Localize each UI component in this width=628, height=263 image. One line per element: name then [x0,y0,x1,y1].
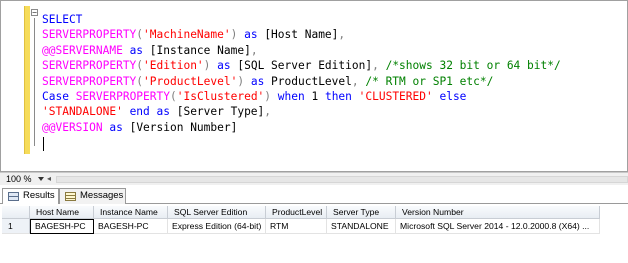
code-token: SERVERPROPERTY [42,28,137,42]
code-token: ProductLevel [271,74,352,88]
column-header[interactable]: Host Name [30,206,94,219]
scroll-left-icon[interactable]: ◂ [47,175,51,183]
code-token: as [244,74,272,88]
code-line[interactable]: @@SERVERNAME as [Instance Name], [42,43,561,58]
sql-code[interactable]: SELECT SERVERPROPERTY('MachineName') as [… [42,12,561,135]
column-header[interactable]: SQL Server Edition [168,206,266,219]
collapse-region-icon[interactable]: − [31,9,38,17]
code-token: 'IsClustered' [176,89,265,103]
code-token: 'Edition' [143,59,204,73]
code-token: /* RTM or SP1 etc*/ [365,74,494,88]
table-cell[interactable]: STANDALONE [327,219,396,234]
grid-icon [8,192,19,201]
code-line[interactable]: 'STANDALONE' end as [Server Type], [42,104,561,119]
text-cursor [43,137,44,151]
code-token: SERVERPROPERTY [42,74,137,88]
chevron-down-icon[interactable] [38,177,44,181]
tab-messages-label: Messages [80,190,124,201]
code-token: SERVERPROPERTY [42,59,137,73]
change-tracking-bar [24,6,30,154]
code-token: 'MachineName' [143,28,231,42]
code-line[interactable]: SERVERPROPERTY('Edition') as [SQL Server… [42,58,561,73]
code-line[interactable]: SELECT [42,12,561,27]
table-cell[interactable]: BAGESH-PC [30,219,94,234]
code-token: as [102,120,130,134]
code-line[interactable]: Case SERVERPROPERTY('IsClustered') when … [42,89,561,104]
code-token: , [264,105,272,119]
code-token: 'CLUSTERED' [358,89,433,103]
zoom-bar: 100 % ◂ [0,172,628,185]
code-token: as [122,43,150,57]
code-token: [Host Name] [264,28,339,42]
results-tab-strip: Results Messages [0,185,628,204]
code-token: ( [169,89,177,103]
code-token: SERVERPROPERTY [75,89,170,103]
code-token: , [351,74,366,88]
code-token: as [210,59,238,73]
outline-line [34,18,35,146]
code-token: Case [42,89,76,103]
table-cell[interactable]: RTM [266,219,327,234]
code-token: SELECT [42,13,83,26]
results-panel: Results Messages Host Name Instance Name S… [0,185,628,263]
code-token: [Server Type] [176,105,265,119]
code-line[interactable]: SERVERPROPERTY('MachineName') as [Host N… [42,27,561,42]
column-header[interactable]: ProductLevel [266,206,327,219]
code-token: , [338,28,346,42]
table-cell[interactable]: BAGESH-PC [94,219,168,234]
code-token: @@VERSION [42,120,103,134]
code-token: then [318,89,359,103]
code-token: , [250,43,258,57]
code-token: /*shows 32 bit or 64 bit*/ [385,59,561,73]
code-token: , [372,59,386,73]
code-line[interactable]: @@VERSION as [Version Number] [42,120,561,135]
row-number[interactable]: 1 [2,219,30,234]
column-header[interactable]: Server Type [327,206,396,219]
table-cell[interactable]: Express Edition (64-bit) [168,219,266,234]
horizontal-scrollbar[interactable] [56,176,628,183]
code-token: when [271,89,312,103]
query-editor[interactable]: − SELECT SERVERPROPERTY('MachineName') as… [0,0,628,172]
grid-corner[interactable] [2,206,30,219]
zoom-level[interactable]: 100 % [6,173,32,185]
code-token: [SQL Server Edition] [237,59,373,73]
column-header[interactable]: Version Number [396,206,600,219]
code-token: end as [122,105,177,119]
code-token: [Version Number] [129,120,238,134]
table-cell[interactable]: Microsoft SQL Server 2014 - 12.0.2000.8 … [396,219,600,234]
code-token: @@SERVERNAME [42,43,123,57]
code-token: as [237,28,265,42]
tab-results-label: Results [23,190,55,201]
code-token: 'STANDALONE' [42,105,123,119]
tab-results[interactable]: Results [2,188,59,204]
code-token: [Instance Name] [149,43,251,57]
results-grid[interactable]: Host Name Instance Name SQL Server Edition… [2,206,626,236]
tab-messages[interactable]: Messages [59,188,126,204]
column-header[interactable]: Instance Name [94,206,168,219]
code-token: else [432,89,467,103]
messages-icon [65,192,76,201]
code-token: 'ProductLevel' [143,74,238,88]
code-line[interactable]: SERVERPROPERTY('ProductLevel') as Produc… [42,74,561,89]
